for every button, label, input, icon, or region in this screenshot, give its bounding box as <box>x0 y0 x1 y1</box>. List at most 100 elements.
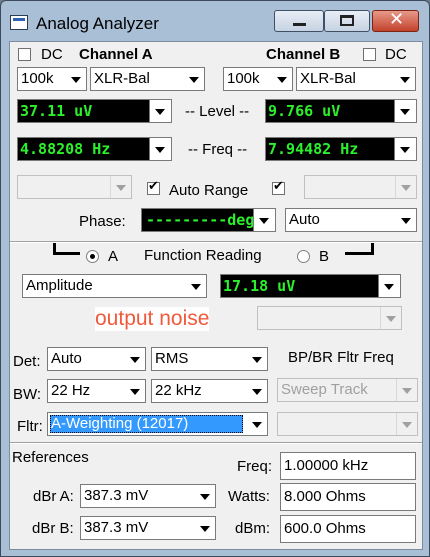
detector-label: Det: <box>13 353 41 370</box>
chevron-down-icon <box>395 176 416 198</box>
dbr-b-select[interactable]: 387.3 mV <box>80 516 216 540</box>
chevron-down-icon <box>396 413 417 435</box>
freq-label: -- Freq -- <box>188 141 248 158</box>
channel-a-dc-label: DC <box>41 46 63 63</box>
chevron-down-icon[interactable] <box>394 100 416 122</box>
dbm-input[interactable]: 600.0 Ohms <box>280 515 416 543</box>
channel-b-title: Channel B <box>266 46 341 63</box>
annotation-note: output noise <box>95 307 210 331</box>
function-select[interactable]: Amplitude <box>22 274 207 298</box>
ref-freq-input[interactable]: 1.00000 kHz <box>280 452 416 480</box>
filter-label: Fltr: <box>17 418 43 435</box>
channel-a-freq-display[interactable]: 4.88208 Hz <box>17 137 172 161</box>
channel-b-dc-checkbox[interactable] <box>363 48 376 61</box>
watts-value: 8.000 Ohms <box>284 488 366 505</box>
channel-a-dc-checkbox[interactable] <box>18 48 31 61</box>
close-icon: ✕ <box>388 9 405 30</box>
phase-value: ---------deg <box>146 211 255 229</box>
chevron-down-icon <box>110 176 131 198</box>
chevron-down-icon <box>195 485 215 507</box>
channel-b-level-display[interactable]: 9.766 uV <box>265 99 417 123</box>
channel-a-freq-value: 4.88208 Hz <box>20 140 111 158</box>
channel-a-input-select[interactable]: XLR-Bal <box>90 67 205 91</box>
channel-b-input-value: XLR-Bal <box>300 70 356 87</box>
chevron-down-icon[interactable] <box>394 138 416 160</box>
chevron-down-icon[interactable] <box>149 138 171 160</box>
phase-label: Phase: <box>79 213 126 230</box>
watts-label: Watts: <box>228 488 270 505</box>
bandwidth-label: BW: <box>13 386 42 403</box>
radio-channel-b[interactable] <box>297 250 310 263</box>
bp-br-filter-freq-label: BP/BR Fltr Freq <box>288 349 394 366</box>
phase-display[interactable]: ---------deg <box>141 208 276 232</box>
chevron-down-icon[interactable] <box>149 100 171 122</box>
channel-b-range-value: 100k <box>227 70 260 87</box>
radio-channel-a[interactable] <box>86 250 99 263</box>
radio-b-label: B <box>319 248 330 265</box>
title-bar[interactable]: Analog Analyzer ✕ <box>1 1 429 41</box>
bracket-left <box>53 243 80 255</box>
channel-a-range-value: 100k <box>21 70 54 87</box>
chevron-down-icon <box>272 68 292 90</box>
chevron-down-icon[interactable] <box>378 275 400 297</box>
chevron-down-icon <box>247 413 267 435</box>
bandwidth-low-select[interactable]: 22 Hz <box>47 379 146 403</box>
channel-b-level-value: 9.766 uV <box>268 102 341 120</box>
phase-mode-value: Auto <box>289 211 320 228</box>
chevron-down-icon <box>396 209 416 231</box>
chevron-down-icon <box>184 68 204 90</box>
auto-range-checkbox[interactable] <box>147 179 160 195</box>
channel-b-freq-display[interactable]: 7.94482 Hz <box>265 137 417 161</box>
minimize-button[interactable] <box>274 10 324 32</box>
maximize-icon <box>340 15 354 26</box>
channel-b-auto-range-checkbox[interactable] <box>272 179 285 195</box>
channel-b-input-select[interactable]: XLR-Bal <box>296 67 416 91</box>
weighting-filter-select[interactable]: A-Weighting (12017) <box>47 412 268 436</box>
chevron-down-icon <box>395 68 415 90</box>
function-reading-value: 17.18 uV <box>223 277 296 295</box>
filter-aux-select[interactable] <box>277 412 418 436</box>
watts-input[interactable]: 8.000 Ohms <box>280 483 416 511</box>
function-reading-label: Function Reading <box>144 247 262 264</box>
client-area: DC Channel A Channel B DC 100k XLR-Bal 1… <box>9 41 423 550</box>
channel-a-level-display[interactable]: 37.11 uV <box>17 99 172 123</box>
chevron-down-icon <box>125 348 145 370</box>
detector-type-select[interactable]: RMS <box>151 347 268 371</box>
dbr-b-label: dBr B: <box>32 520 74 537</box>
close-button[interactable]: ✕ <box>372 9 419 32</box>
chevron-down-icon <box>66 68 86 90</box>
divider <box>10 442 422 444</box>
maximize-button[interactable] <box>324 10 370 32</box>
chevron-down-icon <box>380 307 401 329</box>
chevron-down-icon[interactable] <box>253 209 275 231</box>
analyzer-window: Analog Analyzer ✕ DC Channel A Channel B… <box>0 0 430 557</box>
sweep-track-select[interactable]: Sweep Track <box>277 378 418 402</box>
bandwidth-low-value: 22 Hz <box>51 382 91 399</box>
bracket-right <box>345 243 374 255</box>
detector-mode-value: Auto <box>51 350 82 367</box>
references-title: References <box>12 449 89 466</box>
channel-a-range-select[interactable]: 100k <box>17 67 87 91</box>
detector-type-value: RMS <box>155 350 189 367</box>
dbm-value: 600.0 Ohms <box>284 520 366 537</box>
dbr-a-value: 387.3 mV <box>84 487 149 504</box>
sweep-track-value: Sweep Track <box>281 381 368 398</box>
dbr-b-value: 387.3 mV <box>84 519 149 536</box>
phase-mode-select[interactable]: Auto <box>285 208 417 232</box>
channel-a-level-value: 37.11 uV <box>20 102 93 120</box>
function-aux-select[interactable] <box>257 306 402 330</box>
app-icon <box>10 15 28 30</box>
bandwidth-high-select[interactable]: 22 kHz <box>151 379 268 403</box>
channel-a-title: Channel A <box>79 46 153 63</box>
function-reading-display[interactable]: 17.18 uV <box>220 274 401 298</box>
dbr-a-select[interactable]: 387.3 mV <box>80 484 216 508</box>
channel-a-aux-select[interactable] <box>17 175 132 199</box>
detector-mode-select[interactable]: Auto <box>47 347 146 371</box>
channel-b-aux-select[interactable] <box>304 175 417 199</box>
dbm-label: dBm: <box>235 520 271 537</box>
channel-b-range-select[interactable]: 100k <box>223 67 293 91</box>
window-title: Analog Analyzer <box>36 14 159 33</box>
channel-b-dc-label: DC <box>385 46 407 63</box>
chevron-down-icon <box>195 517 215 539</box>
auto-range-label: Auto Range <box>169 182 249 199</box>
